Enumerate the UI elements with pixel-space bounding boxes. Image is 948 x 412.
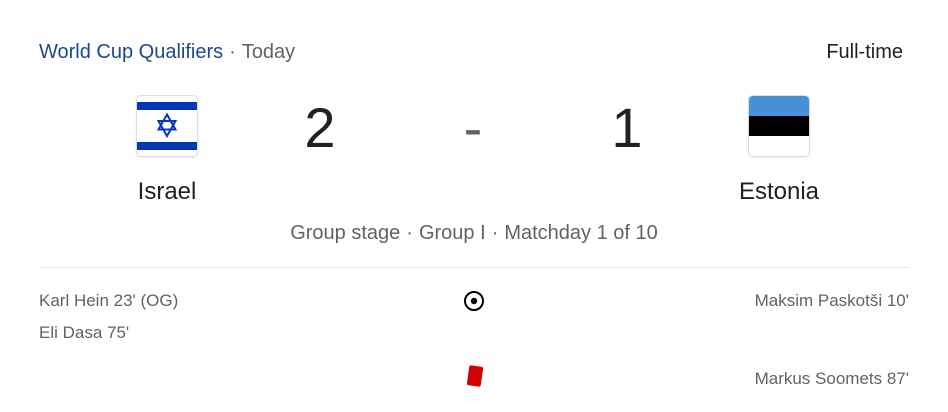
soccer-ball-icon — [463, 290, 485, 312]
estonia-flag-icon[interactable] — [749, 96, 809, 156]
red-card-icon — [463, 365, 485, 387]
home-score: 2 — [304, 96, 336, 159]
home-team[interactable]: Israel — [87, 96, 247, 206]
israel-flag-icon[interactable] — [137, 96, 197, 156]
stage-separator: · — [491, 222, 499, 244]
away-score: 1 — [611, 96, 643, 159]
away-red-card-player: Markus Soomets 87' — [754, 369, 909, 388]
stage-round: Group stage — [290, 222, 401, 244]
away-goal-scorer: Maksim Paskotši 10' — [754, 291, 909, 310]
header-separator: · — [229, 40, 236, 63]
away-team[interactable]: Estonia — [699, 96, 859, 206]
stage-separator: · — [406, 222, 413, 244]
home-goal-scorer: Karl Hein 23' (OG) — [39, 291, 179, 310]
home-goal-scorer: Eli Dasa 75' — [39, 323, 130, 342]
competition-link[interactable]: World Cup Qualifiers — [39, 41, 223, 64]
match-stage: Group stage · Group I · Matchday 1 of 10 — [0, 222, 948, 245]
away-team-name[interactable]: Estonia — [699, 178, 859, 206]
score-separator: - — [463, 96, 483, 159]
competition-info: World Cup Qualifiers · Today — [39, 41, 295, 64]
match-date: Today — [241, 40, 296, 63]
home-team-name[interactable]: Israel — [87, 178, 247, 206]
stage-matchday: Matchday 1 of 10 — [504, 222, 658, 244]
stage-group: Group I — [418, 222, 486, 244]
match-header: World Cup Qualifiers · Today Full-time — [39, 38, 903, 66]
match-status: Full-time — [826, 40, 903, 63]
events-divider — [39, 267, 909, 268]
